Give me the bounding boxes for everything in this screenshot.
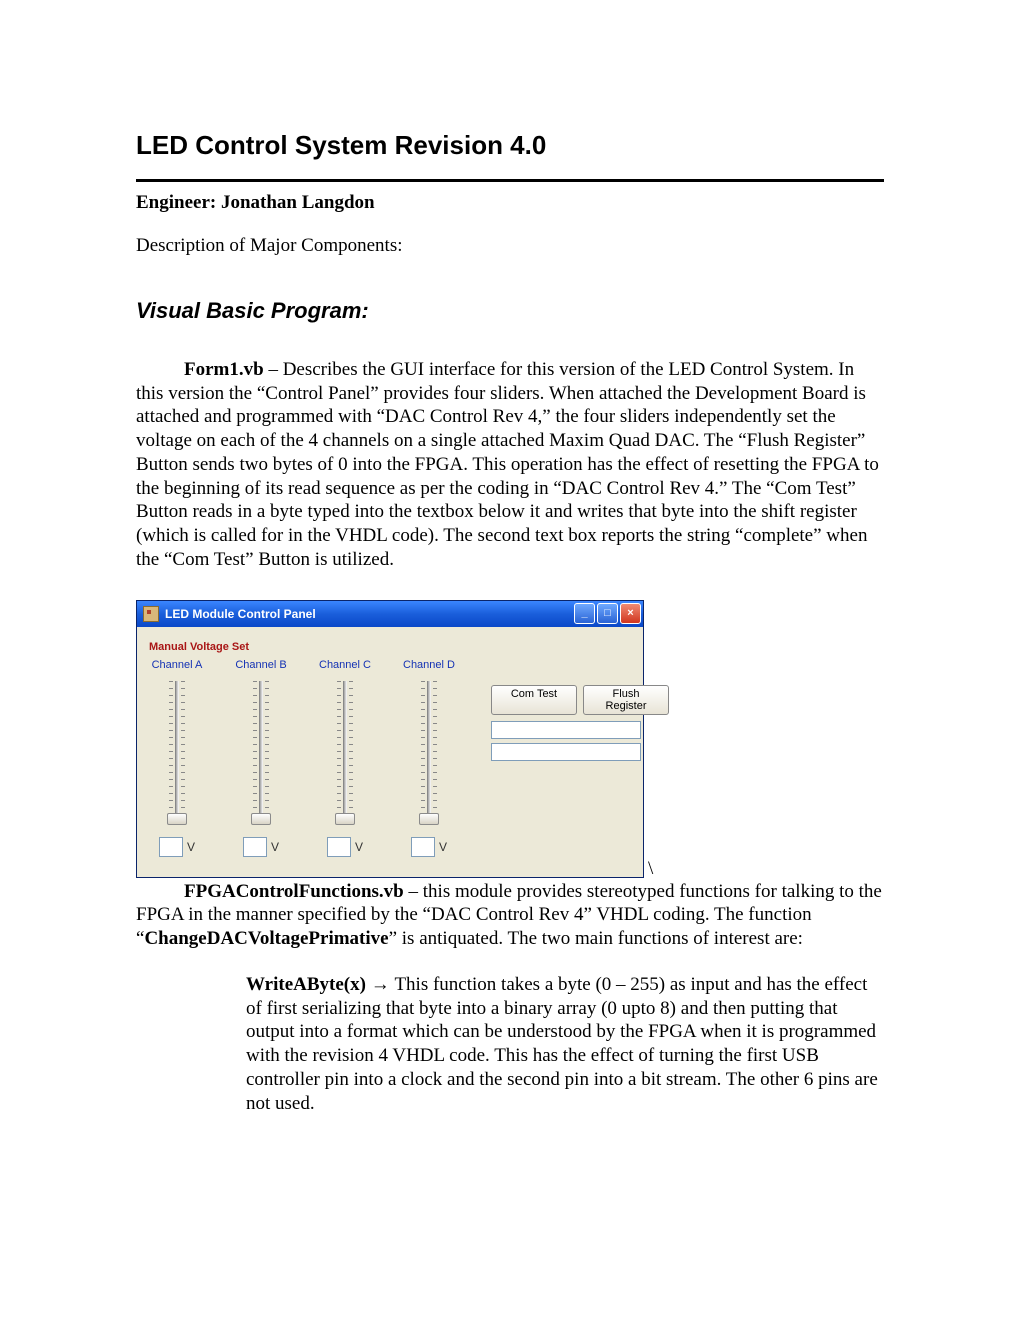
channel-d-slider[interactable]: [416, 681, 442, 821]
channel-b-label: Channel B: [235, 659, 286, 671]
channel-a-value[interactable]: [159, 837, 183, 857]
unit-label: V: [355, 840, 363, 854]
stray-backslash: \: [648, 858, 653, 880]
com-test-output[interactable]: [491, 743, 641, 761]
form1-body: – Describes the GUI interface for this v…: [136, 359, 879, 570]
form1-name: Form1.vb: [184, 359, 264, 380]
channel-c-label: Channel C: [319, 659, 371, 671]
page-title: LED Control System Revision 4.0: [136, 130, 884, 161]
unit-label: V: [271, 840, 279, 854]
channel-c-value[interactable]: [327, 837, 351, 857]
channel-c-slider[interactable]: [332, 681, 358, 821]
unit-label: V: [439, 840, 447, 854]
window-icon: [143, 606, 159, 622]
com-test-button[interactable]: Com Test: [491, 685, 577, 715]
close-button[interactable]: ×: [620, 603, 641, 624]
fpga-paragraph: FPGAControlFunctions.vb – this module pr…: [136, 880, 884, 951]
channel-b-slider[interactable]: [248, 681, 274, 821]
engineer-line: Engineer: Jonathan Langdon: [136, 192, 884, 214]
channel-d-label: Channel D: [403, 659, 455, 671]
channel-d: Channel D V: [403, 659, 455, 857]
maximize-button[interactable]: □: [597, 603, 618, 624]
control-panel-window: LED Module Control Panel _ □ × Manual Vo…: [136, 600, 644, 878]
writeabyte-name: WriteAByte(x) →: [246, 974, 394, 995]
title-rule: [136, 179, 884, 182]
unit-label: V: [187, 840, 195, 854]
minimize-button[interactable]: _: [574, 603, 595, 624]
fpga-name: FPGAControlFunctions.vb: [184, 881, 404, 902]
components-heading: Description of Major Components:: [136, 234, 884, 258]
channel-d-value[interactable]: [411, 837, 435, 857]
flush-register-button[interactable]: Flush Register: [583, 685, 669, 715]
channel-a-slider[interactable]: [164, 681, 190, 821]
com-test-input[interactable]: [491, 721, 641, 739]
window-title: LED Module Control Panel: [165, 607, 574, 621]
changedac-name: ChangeDACVoltagePrimative: [144, 928, 388, 949]
channel-b-value[interactable]: [243, 837, 267, 857]
channel-a: Channel A V: [151, 659, 203, 857]
writeabyte-paragraph: WriteAByte(x) → This function takes a by…: [246, 973, 884, 1116]
channel-c: Channel C V: [319, 659, 371, 857]
window-titlebar[interactable]: LED Module Control Panel _ □ ×: [137, 601, 643, 627]
channel-b: Channel B V: [235, 659, 287, 857]
group-label: Manual Voltage Set: [147, 641, 639, 653]
fpga-body2: ” is antiquated. The two main functions …: [389, 928, 803, 949]
form1-paragraph: Form1.vb – Describes the GUI interface f…: [136, 358, 884, 572]
manual-voltage-group: Manual Voltage Set Channel A: [145, 635, 637, 857]
section-vb-heading: Visual Basic Program:: [136, 298, 884, 324]
channel-a-label: Channel A: [152, 659, 203, 671]
